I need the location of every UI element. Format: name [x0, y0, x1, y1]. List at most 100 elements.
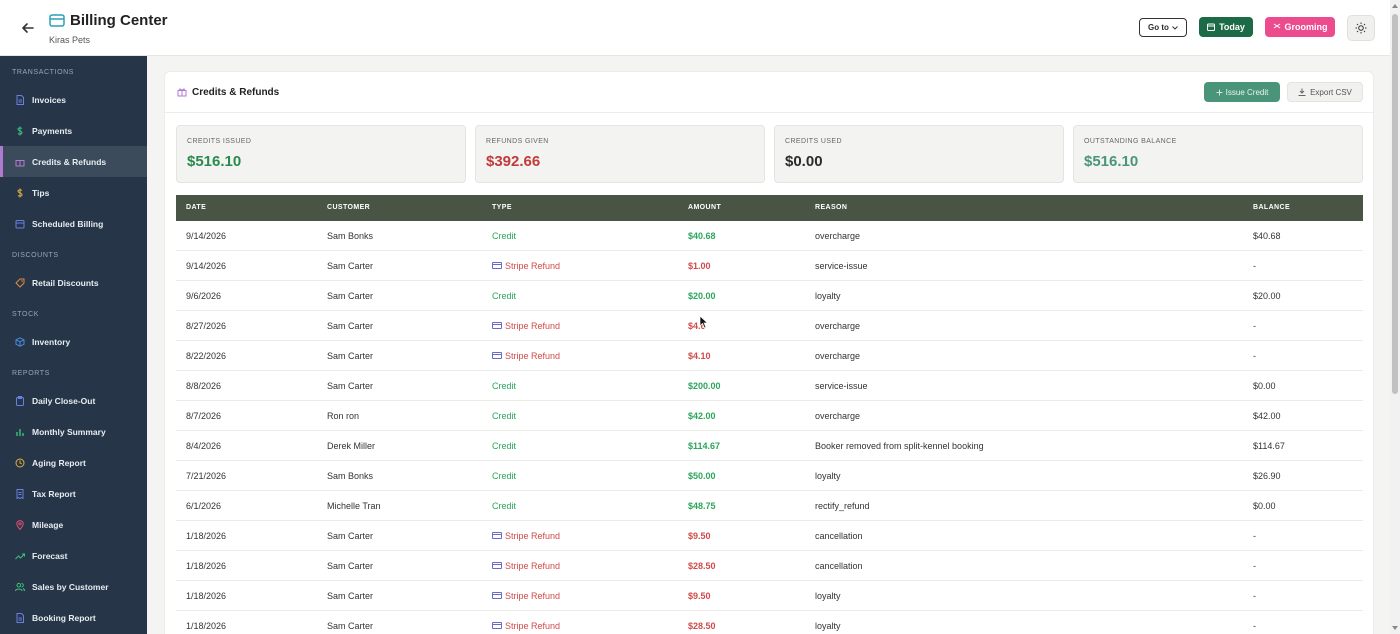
cell-type-text: Credit	[492, 381, 517, 391]
cell-customer-text: Michelle Tran	[327, 501, 381, 511]
cell-type-text: Credit	[492, 471, 517, 481]
cell-amount: $4.10	[688, 351, 711, 361]
table-row[interactable]: 1/18/2026 Sam Carter Stripe Refund $28.50 lo…	[176, 611, 1363, 634]
cell-balance-text: $26.90	[1253, 471, 1281, 481]
cell-type: Stripe Refund	[492, 561, 560, 571]
goto-button[interactable]: Go to	[1139, 18, 1187, 37]
cell-balance: -	[1253, 321, 1256, 331]
table-row[interactable]: 1/18/2026 Sam Carter Stripe Refund $9.50 loy…	[176, 581, 1363, 611]
scroll-thumb[interactable]	[1392, 14, 1398, 394]
sidebar-item-retail-discounts[interactable]: Retail Discounts	[0, 267, 147, 298]
cell-type: Credit	[492, 441, 516, 451]
export-csv-button[interactable]: Export CSV	[1287, 82, 1363, 102]
sidebar-item-tips[interactable]: Tips	[0, 177, 147, 208]
cell-type: Credit	[492, 381, 516, 391]
cell-reason: loyalty	[815, 471, 841, 481]
cell-type-text: Stripe Refund	[505, 621, 561, 631]
table-row[interactable]: 8/8/2026 Sam Carter Credit $200.00 service-i…	[176, 371, 1363, 401]
credits-refunds-card: Credits & Refunds Issue Credit Export CS…	[164, 71, 1374, 634]
cell-balance-text: -	[1253, 351, 1256, 361]
table-row[interactable]: 8/22/2026 Sam Carter Stripe Refund $4.10 ove…	[176, 341, 1363, 371]
table-row[interactable]: 9/6/2026 Sam Carter Credit $20.00 loyalty $20…	[176, 281, 1363, 311]
cell-balance: -	[1253, 531, 1256, 541]
cell-type: Stripe Refund	[492, 351, 560, 361]
tag-icon	[15, 278, 25, 288]
cell-amount-text: $40.68	[688, 231, 716, 241]
scroll-down-arrow-icon[interactable]	[1392, 626, 1398, 630]
issue-credit-button[interactable]: Issue Credit	[1204, 82, 1280, 102]
cell-amount: $48.75	[688, 501, 716, 511]
sidebar-item-invoices[interactable]: Invoices	[0, 84, 147, 115]
table-row[interactable]: 1/18/2026 Sam Carter Stripe Refund $28.50 ca…	[176, 551, 1363, 581]
sidebar-item-booking-report[interactable]: Booking Report	[0, 602, 147, 633]
cell-type-text: Credit	[492, 501, 517, 511]
cell-reason: overcharge	[815, 321, 860, 331]
cell-balance: $0.00	[1253, 381, 1276, 391]
sidebar-item-sales-by-customer[interactable]: Sales by Customer	[0, 571, 147, 602]
map-pin-icon	[15, 519, 25, 530]
sun-icon	[1355, 22, 1367, 34]
cell-customer-text: Sam Carter	[327, 351, 374, 361]
cell-balance-text: $114.67	[1253, 441, 1285, 451]
cell-balance-text: -	[1253, 261, 1256, 271]
theme-toggle-button[interactable]	[1347, 15, 1375, 41]
table-row[interactable]: 1/18/2026 Sam Carter Stripe Refund $9.50 can…	[176, 521, 1363, 551]
sidebar-item-daily-close-out[interactable]: Daily Close-Out	[0, 385, 147, 416]
cell-customer-text: Sam Carter	[327, 321, 374, 331]
cell-type-text: Stripe Refund	[505, 261, 561, 271]
cell-date: 8/7/2026	[186, 411, 221, 421]
sidebar-item-forecast[interactable]: Forecast	[0, 540, 147, 571]
sidebar-item-credits-refunds[interactable]: Credits & Refunds	[0, 146, 147, 177]
cell-customer: Sam Carter	[327, 591, 373, 601]
sidebar-item-label: Payments	[32, 125, 73, 136]
cell-customer: Sam Bonks	[327, 231, 373, 241]
top-bar: Billing Center Kiras Pets Go to Today Gr…	[0, 0, 1390, 56]
cell-type: Credit	[492, 471, 516, 481]
sidebar-item-aging-report[interactable]: Aging Report	[0, 447, 147, 478]
table-row[interactable]: 8/4/2026 Derek Miller Credit $114.67 Booker …	[176, 431, 1363, 461]
cell-date: 1/18/2026	[186, 531, 226, 541]
cell-date-text: 1/18/2026	[186, 621, 227, 631]
scroll-up-arrow-icon[interactable]	[1392, 4, 1398, 8]
download-icon	[1298, 88, 1306, 96]
stats-row: CREDITS ISSUED $516.10 REFUNDS GIVEN $392.6…	[176, 125, 1364, 183]
cell-date: 1/18/2026	[186, 621, 226, 631]
grooming-button[interactable]: Grooming	[1265, 17, 1335, 37]
sidebar-item-label: Booking Report	[32, 612, 96, 623]
back-arrow-icon[interactable]	[19, 19, 37, 37]
cell-amount: $1.00	[688, 261, 711, 271]
table-row[interactable]: 8/27/2026 Sam Carter Stripe Refund $4.6 over…	[176, 311, 1363, 341]
cell-date: 8/4/2026	[186, 441, 221, 451]
cell-reason-text: loyalty	[815, 291, 841, 301]
table-row[interactable]: 9/14/2026 Sam Carter Stripe Refund $1.00 ser…	[176, 251, 1363, 281]
cell-date-text: 8/22/2026	[186, 351, 227, 361]
cell-customer: Sam Carter	[327, 621, 373, 631]
table-row[interactable]: 6/1/2026 Michelle Tran Credit $48.75 rectify…	[176, 491, 1363, 521]
today-button[interactable]: Today	[1199, 17, 1253, 37]
credit-card-icon	[492, 262, 502, 269]
cell-balance: $0.00	[1253, 501, 1276, 511]
calendar-icon	[15, 219, 25, 229]
sidebar-item-mileage[interactable]: Mileage	[0, 509, 147, 540]
table-body: 9/14/2026 Sam Bonks Credit $40.68 overcharge…	[176, 221, 1363, 634]
cell-date-text: 9/14/2026	[186, 261, 227, 271]
sidebar-item-inventory[interactable]: Inventory	[0, 326, 147, 357]
cell-reason-text: rectify_refund	[815, 501, 870, 511]
credit-card-icon	[492, 352, 502, 359]
table-row[interactable]: 7/21/2026 Sam Bonks Credit $50.00 loyalty $26…	[176, 461, 1363, 491]
cell-date-text: 1/18/2026	[186, 591, 227, 601]
cell-amount-text: $4.10	[688, 351, 711, 361]
sidebar-section-heading: REPORTS	[12, 370, 50, 377]
sidebar-item-payments[interactable]: Payments	[0, 115, 147, 146]
table-row[interactable]: 8/7/2026 Ron ron Credit $42.00 overcharge $42…	[176, 401, 1363, 431]
cell-date-text: 1/18/2026	[186, 561, 227, 571]
sidebar-item-scheduled-billing[interactable]: Scheduled Billing	[0, 208, 147, 239]
sidebar-item-tax-report[interactable]: Tax Report	[0, 478, 147, 509]
cell-amount: $9.50	[688, 531, 711, 541]
table-row[interactable]: 9/14/2026 Sam Bonks Credit $40.68 overcharge…	[176, 221, 1363, 251]
cell-amount: $50.00	[688, 471, 716, 481]
sidebar-section-heading: STOCK	[12, 311, 39, 318]
page-scrollbar[interactable]	[1390, 0, 1400, 634]
sidebar-item-monthly-summary[interactable]: Monthly Summary	[0, 416, 147, 447]
cell-balance-text: -	[1253, 561, 1256, 571]
